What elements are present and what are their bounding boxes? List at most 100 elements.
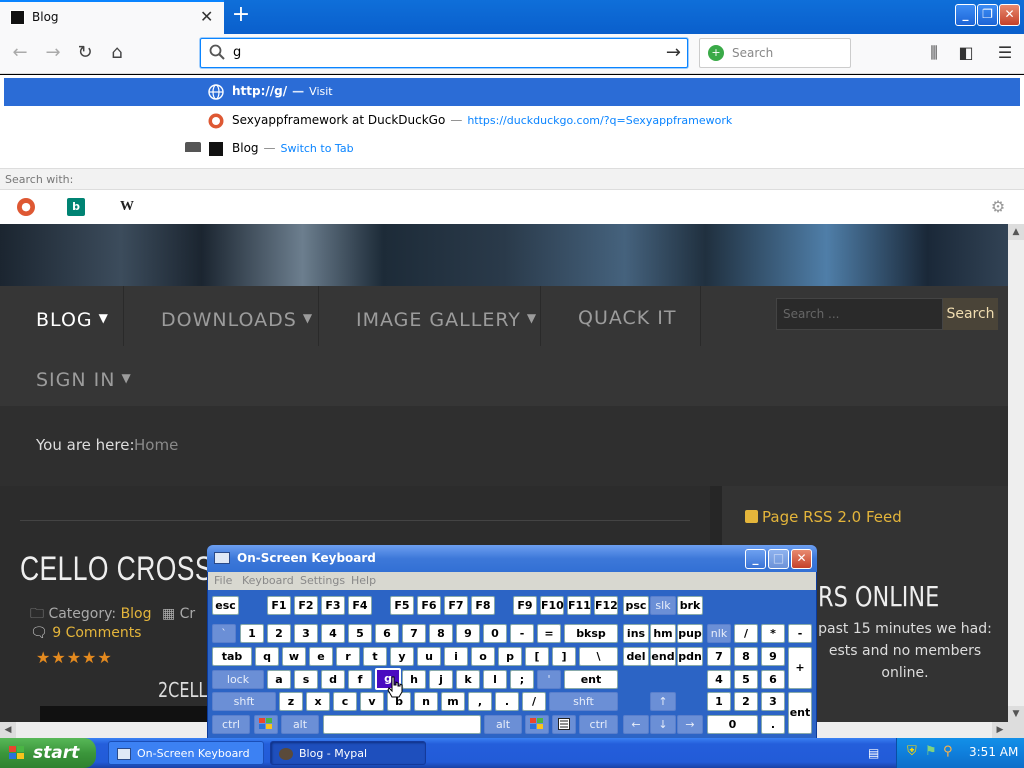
home-icon[interactable]: ⌂ (104, 40, 130, 66)
key-num-2[interactable]: 2 (734, 692, 758, 711)
key-page-up[interactable]: pup (677, 624, 703, 643)
key-right-windows-icon[interactable] (525, 715, 549, 734)
key-c[interactable]: c (333, 692, 357, 711)
osk-menu-settings[interactable]: Settings (300, 574, 345, 587)
reload-icon[interactable]: ↻ (72, 40, 98, 66)
article-rating-stars[interactable]: ★★★★★ (36, 648, 113, 667)
key-arrow-down[interactable]: ↓ (650, 715, 676, 734)
maximize-window-button[interactable]: ❐ (977, 4, 998, 26)
scroll-left-icon[interactable]: ◀ (0, 722, 16, 738)
key-0[interactable]: 0 (483, 624, 507, 643)
scroll-up-icon[interactable]: ▲ (1008, 224, 1024, 240)
key-period[interactable]: . (495, 692, 519, 711)
key-v[interactable]: v (360, 692, 384, 711)
key-r[interactable]: r (336, 647, 360, 666)
osk-menu-file[interactable]: File (214, 574, 232, 587)
key-x[interactable]: x (306, 692, 330, 711)
key-backslash[interactable]: \ (579, 647, 618, 666)
clock[interactable]: 3:51 AM (969, 745, 1018, 759)
key-2[interactable]: 2 (267, 624, 291, 643)
key-enter[interactable]: ent (564, 670, 618, 689)
key-9[interactable]: 9 (456, 624, 480, 643)
key-home[interactable]: hm (650, 624, 676, 643)
key-num-plus[interactable]: + (788, 647, 812, 689)
key-p[interactable]: p (498, 647, 522, 666)
osk-menu-help[interactable]: Help (351, 574, 376, 587)
key-quote[interactable]: ' (537, 670, 561, 689)
key-f11[interactable]: F11 (567, 596, 591, 615)
key-f7[interactable]: F7 (444, 596, 468, 615)
close-tab-icon[interactable]: ✕ (200, 7, 213, 26)
key-u[interactable]: u (417, 647, 441, 666)
key-f8[interactable]: F8 (471, 596, 495, 615)
suggestion-visit[interactable]: http://g/— Visit (4, 78, 1020, 106)
search-engine-icon[interactable]: + (708, 45, 724, 61)
key-num-1[interactable]: 1 (707, 692, 731, 711)
key-num-minus[interactable]: - (788, 624, 812, 643)
key-print-screen[interactable]: psc (623, 596, 649, 615)
osk-menu-keyboard[interactable]: Keyboard (242, 574, 294, 587)
key-d[interactable]: d (321, 670, 345, 689)
taskbar-item-browser[interactable]: Blog - Mypal (270, 741, 426, 765)
key-1[interactable]: 1 (240, 624, 264, 643)
sidebar-toggle-icon[interactable]: ◧ (953, 40, 979, 66)
key-4[interactable]: 4 (321, 624, 345, 643)
tab-blog[interactable]: Blog ✕ (0, 0, 224, 34)
key-menu-icon[interactable] (552, 715, 576, 734)
key-right-ctrl[interactable]: ctrl (579, 715, 618, 734)
menu-item-quack-it[interactable]: QUACK IT (578, 288, 677, 348)
site-search-input[interactable]: Search ... (776, 298, 943, 330)
key-f3[interactable]: F3 (321, 596, 345, 615)
suggestion-duckduckgo[interactable]: Sexyappframework at DuckDuckGo — https://d… (4, 107, 1020, 135)
search-bar[interactable]: + Search (699, 38, 851, 68)
scroll-down-icon[interactable]: ▼ (1008, 706, 1024, 722)
key-f4[interactable]: F4 (348, 596, 372, 615)
vertical-scrollbar[interactable]: ▲ ▼ (1008, 224, 1024, 722)
key-right-bracket[interactable]: ] (552, 647, 576, 666)
key-num-4[interactable]: 4 (707, 670, 731, 689)
key-num-8[interactable]: 8 (734, 647, 758, 666)
key-left-ctrl[interactable]: ctrl (212, 715, 250, 734)
search-tray-icon[interactable]: ⚲ (943, 744, 953, 759)
key-num-multiply[interactable]: * (761, 624, 785, 643)
key-space[interactable] (323, 715, 481, 734)
key-tab[interactable]: tab (212, 647, 252, 666)
key-num-6[interactable]: 6 (761, 670, 785, 689)
network-icon[interactable]: ⚑ (925, 744, 937, 759)
key-f1[interactable]: F1 (267, 596, 291, 615)
suggestion-switch-tab[interactable]: Blog — Switch to Tab (4, 135, 1020, 163)
key-break[interactable]: brk (677, 596, 703, 615)
key-w[interactable]: w (282, 647, 306, 666)
key-8[interactable]: 8 (429, 624, 453, 643)
key-num-lock[interactable]: nlk (707, 624, 731, 643)
key-f12[interactable]: F12 (594, 596, 618, 615)
key-delete[interactable]: del (623, 647, 649, 666)
key-left-alt[interactable]: alt (281, 715, 319, 734)
key-num-3[interactable]: 3 (761, 692, 785, 711)
key-f[interactable]: f (348, 670, 372, 689)
key-page-down[interactable]: pdn (677, 647, 703, 666)
start-button[interactable]: start (0, 738, 96, 768)
key-left-bracket[interactable]: [ (525, 647, 549, 666)
key-k[interactable]: k (456, 670, 480, 689)
key-caps-lock[interactable]: lock (212, 670, 264, 689)
key-num-5[interactable]: 5 (734, 670, 758, 689)
key-f6[interactable]: F6 (417, 596, 441, 615)
bing-engine-icon[interactable]: b (67, 198, 85, 216)
key-esc[interactable]: esc (212, 596, 239, 615)
key-j[interactable]: j (429, 670, 453, 689)
key-5[interactable]: 5 (348, 624, 372, 643)
key-z[interactable]: z (279, 692, 303, 711)
menu-item-sign-in[interactable]: SIGN IN ▼ (36, 348, 132, 408)
key-n[interactable]: n (414, 692, 438, 711)
input-keyboard-icon[interactable]: ▤ (868, 746, 884, 760)
key-insert[interactable]: ins (623, 624, 649, 643)
key-a[interactable]: a (267, 670, 291, 689)
site-search-button[interactable]: Search (943, 298, 998, 330)
key-o[interactable]: o (471, 647, 495, 666)
taskbar-item-osk[interactable]: On-Screen Keyboard (108, 741, 264, 765)
key-i[interactable]: i (444, 647, 468, 666)
osk-minimize-button[interactable]: _ (745, 549, 766, 569)
go-arrow-icon[interactable]: → (666, 42, 681, 63)
osk-close-button[interactable]: ✕ (791, 549, 812, 569)
